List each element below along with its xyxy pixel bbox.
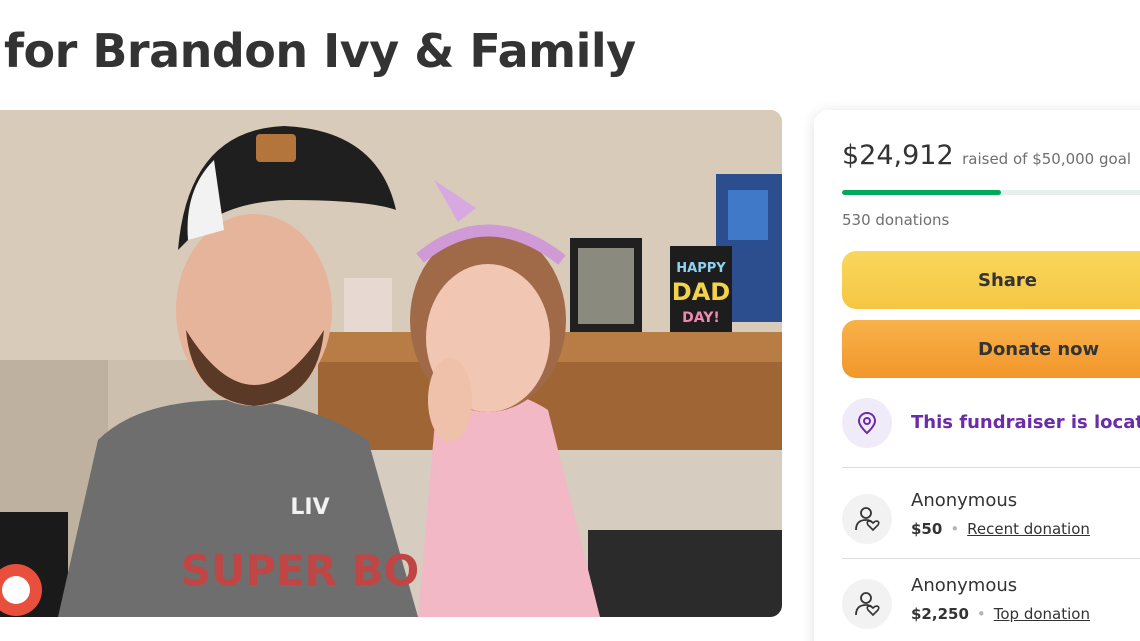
- separator-dot: •: [950, 520, 960, 538]
- recent-donation-link[interactable]: Recent donation: [967, 520, 1090, 538]
- donor-amount: $2,250: [911, 605, 969, 623]
- donor-meta: $2,250 • Top donation: [911, 605, 1090, 623]
- progress-bar: [842, 190, 1140, 195]
- divider: [842, 467, 1140, 468]
- donor-heart-hand-icon: [842, 494, 892, 544]
- donor-name: Anonymous: [911, 575, 1018, 596]
- top-donation-link[interactable]: Top donation: [994, 605, 1090, 623]
- location-row[interactable]: This fundraiser is located: [842, 398, 1140, 448]
- donor-name: Anonymous: [911, 490, 1018, 511]
- goal-text: raised of $50,000 goal: [962, 150, 1132, 168]
- shirt-text-super-bowl: SUPER BO: [181, 546, 420, 595]
- divider: [842, 558, 1140, 559]
- donor-row: Anonymous $2,250 • Top donation: [842, 575, 1140, 631]
- donor-meta: $50 • Recent donation: [911, 520, 1090, 538]
- location-text: This fundraiser is located: [911, 412, 1140, 433]
- sign-line-1: HAPPY: [676, 261, 726, 276]
- donor-heart-hand-icon: [842, 579, 892, 629]
- page-title: for Brandon Ivy & Family: [4, 24, 636, 78]
- separator-dot: •: [976, 605, 986, 623]
- shirt-text-liv: LIV: [290, 495, 329, 520]
- donor-row: Anonymous $50 • Recent donation: [842, 490, 1140, 546]
- sign-line-3: DAY!: [682, 310, 720, 326]
- progress-fill: [842, 190, 1002, 195]
- share-button[interactable]: Share: [842, 251, 1140, 309]
- map-pin-icon: [842, 398, 892, 448]
- donation-card: $24,912 raised of $50,000 goal 530 donat…: [814, 110, 1140, 641]
- sign-line-2: DAD: [672, 278, 730, 306]
- raised-amount: $24,912: [842, 140, 954, 171]
- donation-count: 530 donations: [842, 211, 950, 229]
- hero-photo: HAPPY DAD DAY! LIV SUPER BO: [0, 110, 782, 617]
- donor-amount: $50: [911, 520, 943, 538]
- raised-summary: $24,912 raised of $50,000 goal: [842, 140, 1131, 171]
- donate-now-button[interactable]: Donate now: [842, 320, 1140, 378]
